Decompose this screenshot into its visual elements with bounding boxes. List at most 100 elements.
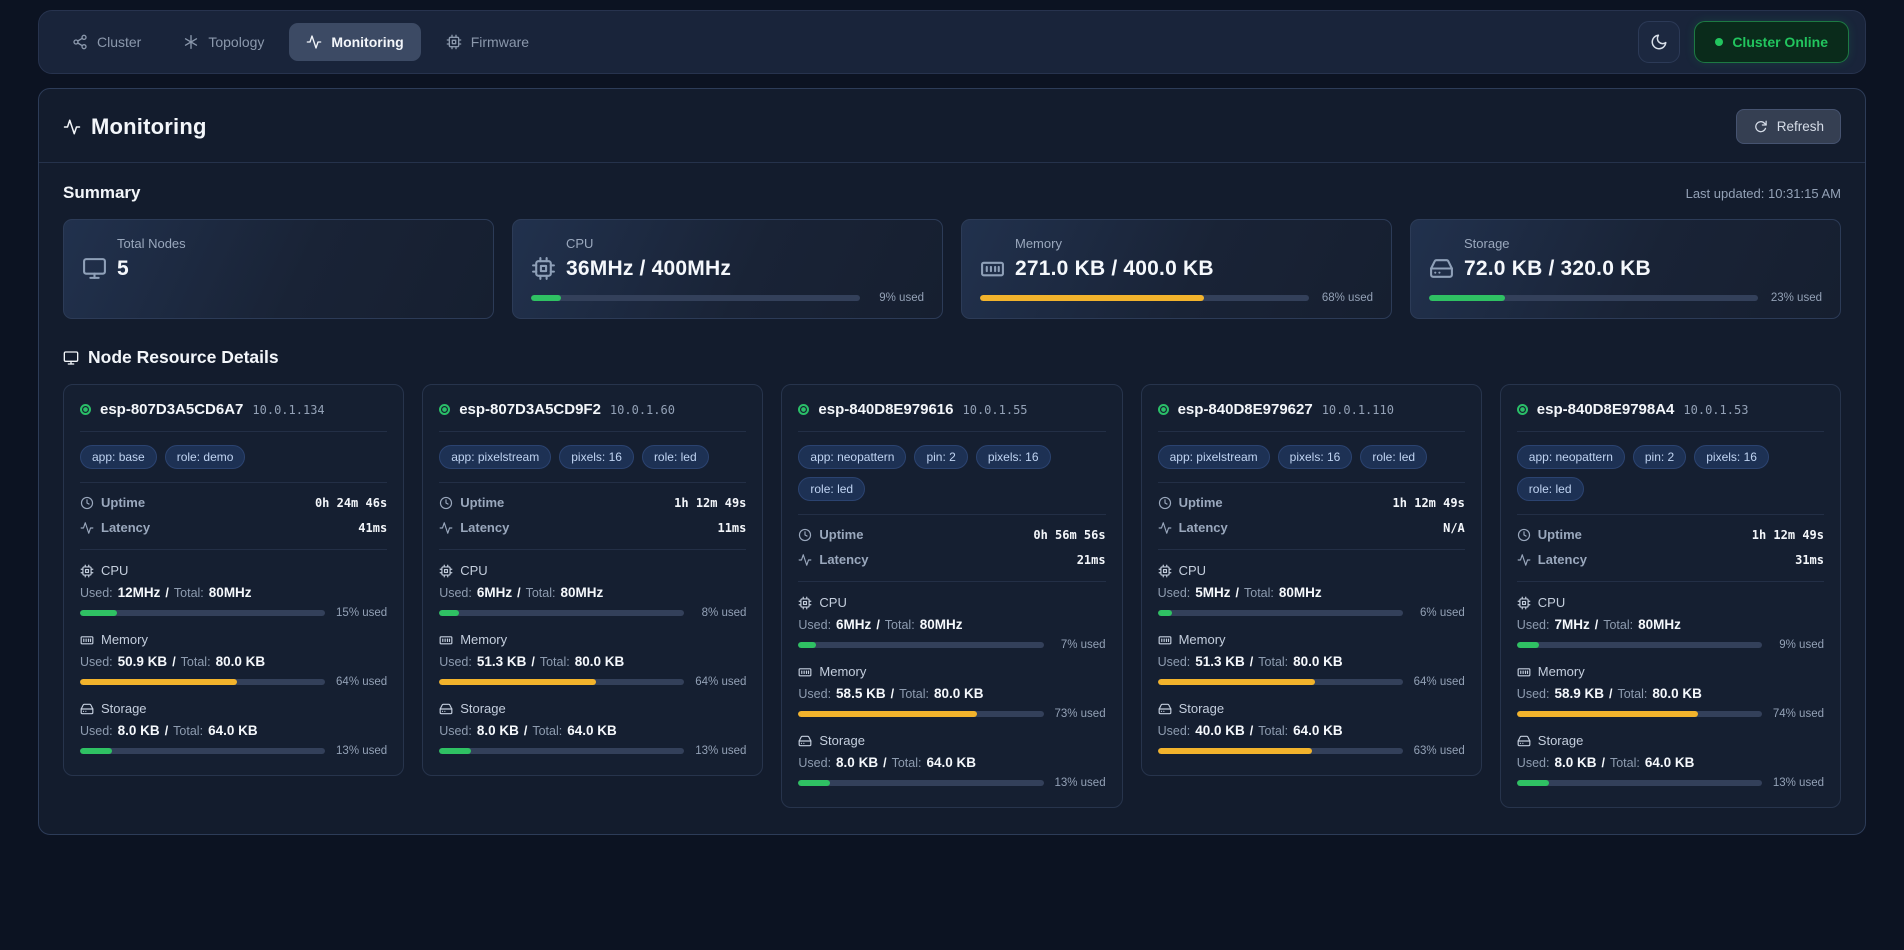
activity-icon bbox=[80, 521, 94, 535]
node-status-dot-icon bbox=[80, 404, 91, 415]
latency-row: Latency 21ms bbox=[798, 547, 1105, 572]
used-label: Used: bbox=[1158, 724, 1191, 738]
latency-value: 31ms bbox=[1795, 553, 1824, 567]
total-label: Total: bbox=[892, 756, 922, 770]
progress-track bbox=[80, 610, 325, 616]
tab-monitoring[interactable]: Monitoring bbox=[289, 23, 420, 61]
value-separator: / bbox=[524, 724, 527, 738]
memory-percent-label: 64% used bbox=[335, 676, 387, 688]
cpu-section: CPU Used: 7MHz / Total: 80MHz 9% used bbox=[1517, 595, 1824, 651]
cpu-progress-fill bbox=[1158, 610, 1173, 616]
latency-value: 11ms bbox=[717, 521, 746, 535]
memory-icon bbox=[439, 633, 453, 647]
cpu-section: CPU Used: 12MHz / Total: 80MHz 15% used bbox=[80, 563, 387, 619]
storage-label: Storage bbox=[1538, 733, 1584, 748]
memory-icon bbox=[1158, 633, 1172, 647]
node-stats: Uptime 1h 12m 49s Latency 11ms bbox=[439, 483, 746, 550]
storage-percent-label: 63% used bbox=[1413, 745, 1465, 757]
node-header: esp-807D3A5CD6A7 10.0.1.134 bbox=[80, 401, 387, 432]
summary-title: Summary bbox=[63, 183, 140, 203]
nodes-head: Node Resource Details bbox=[63, 347, 1841, 368]
refresh-button[interactable]: Refresh bbox=[1736, 109, 1841, 144]
node-header: esp-840D8E979616 10.0.1.55 bbox=[798, 401, 1105, 432]
value-separator: / bbox=[165, 724, 168, 738]
moon-icon bbox=[1650, 33, 1668, 51]
used-label: Used: bbox=[1517, 687, 1550, 701]
cpu-section: CPU Used: 5MHz / Total: 80MHz 6% used bbox=[1158, 563, 1465, 619]
storage-used-value: 8.0 KB bbox=[836, 755, 878, 770]
monitor-icon bbox=[63, 350, 79, 366]
node-card: esp-807D3A5CD6A7 10.0.1.134 app: baserol… bbox=[63, 384, 404, 776]
summary-card-label: Storage bbox=[1429, 236, 1822, 251]
total-label: Total: bbox=[174, 586, 204, 600]
summary-card-storage: Storage 72.0 KB / 320.0 KB 23% used bbox=[1410, 219, 1841, 319]
storage-percent-label: 23% used bbox=[1768, 292, 1822, 304]
node-header: esp-807D3A5CD9F2 10.0.1.60 bbox=[439, 401, 746, 432]
cluster-status-button[interactable]: Cluster Online bbox=[1694, 21, 1849, 63]
node-badge: app: base bbox=[80, 445, 157, 469]
nodes-section: Node Resource Details esp-807D3A5CD6A7 1… bbox=[63, 347, 1841, 808]
memory-percent-label: 73% used bbox=[1054, 708, 1106, 720]
uptime-label: Uptime bbox=[1179, 495, 1223, 510]
cpu-used-value: 6MHz bbox=[477, 585, 512, 600]
activity-icon bbox=[1517, 553, 1531, 567]
value-separator: / bbox=[531, 655, 534, 669]
memory-label: Memory bbox=[1538, 664, 1585, 679]
memory-section: Memory Used: 58.9 KB / Total: 80.0 KB 74… bbox=[1517, 664, 1824, 720]
tab-cluster[interactable]: Cluster bbox=[55, 23, 158, 61]
chip-icon bbox=[446, 34, 462, 50]
hard-drive-icon bbox=[1158, 702, 1172, 716]
main-panel: Monitoring Refresh Summary Last updated:… bbox=[38, 88, 1866, 835]
uptime-value: 1h 12m 49s bbox=[1393, 496, 1465, 510]
tab-topology[interactable]: Topology bbox=[166, 23, 281, 61]
badge-list: app: baserole: demo bbox=[80, 432, 387, 483]
activity-icon bbox=[1158, 521, 1172, 535]
memory-section: Memory Used: 51.3 KB / Total: 80.0 KB 64… bbox=[1158, 632, 1465, 688]
total-label: Total: bbox=[173, 724, 203, 738]
memory-section: Memory Used: 58.5 KB / Total: 80.0 KB 73… bbox=[798, 664, 1105, 720]
total-label: Total: bbox=[1244, 586, 1274, 600]
activity-icon bbox=[63, 118, 81, 136]
storage-label: Storage bbox=[101, 701, 147, 716]
progress-track bbox=[798, 711, 1043, 717]
storage-total-value: 64.0 KB bbox=[926, 755, 976, 770]
node-ip: 10.0.1.110 bbox=[1322, 403, 1394, 417]
total-label: Total: bbox=[532, 724, 562, 738]
node-card: esp-840D8E979616 10.0.1.55 app: neopatte… bbox=[781, 384, 1122, 808]
hard-drive-icon bbox=[1429, 256, 1454, 281]
node-badge: app: pixelstream bbox=[439, 445, 551, 469]
storage-section: Storage Used: 8.0 KB / Total: 64.0 KB 13… bbox=[439, 701, 746, 757]
latency-row: Latency 41ms bbox=[80, 515, 387, 540]
uptime-label: Uptime bbox=[101, 495, 145, 510]
node-stats: Uptime 0h 56m 56s Latency 21ms bbox=[798, 515, 1105, 582]
theme-toggle-button[interactable] bbox=[1638, 21, 1680, 63]
memory-progress-fill bbox=[80, 679, 237, 685]
storage-progress-fill bbox=[1429, 295, 1505, 301]
summary-card-label: Memory bbox=[980, 236, 1373, 251]
memory-used-value: 51.3 KB bbox=[477, 654, 527, 669]
node-ip: 10.0.1.134 bbox=[252, 403, 324, 417]
cpu-total-value: 80MHz bbox=[209, 585, 252, 600]
refresh-label: Refresh bbox=[1777, 119, 1824, 134]
latency-row: Latency 11ms bbox=[439, 515, 746, 540]
latency-label: Latency bbox=[819, 552, 868, 567]
memory-label: Memory bbox=[1179, 632, 1226, 647]
storage-progress-fill bbox=[439, 748, 471, 754]
storage-label: Storage bbox=[819, 733, 865, 748]
cpu-percent-label: 6% used bbox=[1413, 607, 1465, 619]
nodes-title: Node Resource Details bbox=[88, 347, 279, 368]
storage-percent-label: 13% used bbox=[1054, 777, 1106, 789]
uptime-label: Uptime bbox=[1538, 527, 1582, 542]
used-label: Used: bbox=[1517, 756, 1550, 770]
node-badge: pixels: 16 bbox=[1278, 445, 1353, 469]
used-label: Used: bbox=[439, 724, 472, 738]
total-label: Total: bbox=[885, 618, 915, 632]
storage-percent-label: 13% used bbox=[335, 745, 387, 757]
cpu-label: CPU bbox=[101, 563, 128, 578]
memory-icon bbox=[80, 633, 94, 647]
node-badge: pixels: 16 bbox=[1694, 445, 1769, 469]
used-label: Used: bbox=[80, 586, 113, 600]
memory-used-value: 50.9 KB bbox=[118, 654, 168, 669]
tab-firmware[interactable]: Firmware bbox=[429, 23, 546, 61]
storage-used-value: 40.0 KB bbox=[1195, 723, 1245, 738]
